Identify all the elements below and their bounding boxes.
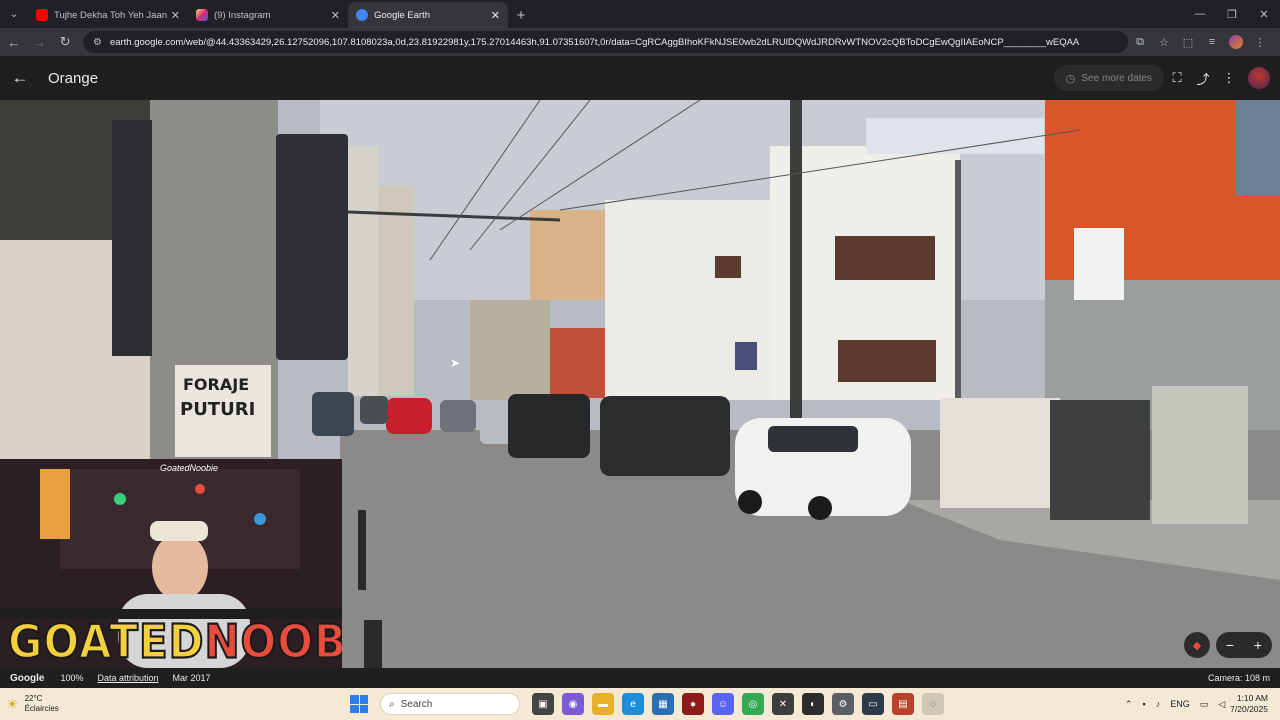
page-title: Orange [48,69,99,87]
microphone-icon[interactable]: ♪ [1156,699,1161,709]
display-icon[interactable]: ▭ [1200,699,1209,710]
tab-search-chevron-icon[interactable]: ⌄ [0,0,28,28]
user-avatar[interactable] [1248,67,1270,89]
tab-label: Tujhe Dekha Toh Yeh Jaana Sanam [54,9,167,21]
tray-app-icon[interactable]: ▪ [1143,699,1146,709]
new-tab-button[interactable]: + [508,2,534,28]
see-more-dates-button[interactable]: ◷ See more dates [1053,65,1164,91]
earth-header: ← Orange ◷ See more dates ⛶ ⤴ ⋮ [0,56,1280,100]
compass-button[interactable]: ◆ [1184,632,1210,658]
utility-app-icon[interactable]: ◌ [922,693,944,715]
task-view-icon[interactable]: ▣ [532,693,554,715]
volume-icon[interactable]: ◁ [1218,699,1225,710]
chrome-icon[interactable]: ◎ [742,693,764,715]
svg-text:PUTURI: PUTURI [180,399,255,420]
url-text: earth.google.com/web/@44.43363429,26.127… [109,36,1080,48]
zoom-control: − + [1216,632,1272,658]
windows-taskbar: ☀ 22°C Éclaircies ⌕ Search ▣ ◉ ▬ e ▦ ● ☺… [0,688,1280,720]
browser-tab-bar: ⌄ Tujhe Dekha Toh Yeh Jaana Sanam ✕ (9) … [0,0,1280,28]
close-tab-icon[interactable]: ✕ [171,9,180,22]
zoom-level: 100% [60,673,84,683]
clock-date: 7/20/2025 [1230,704,1268,714]
earth-footer: Google 100% Data attribution Mar 2017 Ca… [0,668,1280,688]
compass-icon: ◆ [1192,639,1202,652]
reload-icon[interactable]: ↻ [53,30,77,54]
settings-gear-icon[interactable]: ⚙ [832,693,854,715]
terminal-icon[interactable]: ▭ [862,693,884,715]
window-controls: — ❐ ✕ [1184,0,1280,28]
tab-youtube[interactable]: Tujhe Dekha Toh Yeh Jaana Sanam ✕ [28,2,188,28]
clock-time: 1:10 AM [1236,693,1268,703]
google-earth-icon [356,9,368,21]
extensions-icon[interactable]: ⬚ [1176,35,1200,49]
partly-sunny-icon: ☀ [6,695,19,712]
address-toolbar: ← → ↻ ⚙ earth.google.com/web/@44.4336342… [0,28,1280,56]
bookmark-star-icon[interactable]: ☆ [1152,35,1176,49]
back-arrow-icon[interactable]: ← [2,30,26,54]
instagram-icon [196,9,208,21]
tab-instagram[interactable]: (9) Instagram ✕ [188,2,348,28]
streamer-webcam-overlay: GoatedNoobie GOATEDNOOBIE [0,459,342,668]
google-logo: Google [10,672,45,684]
search-icon: ⌕ [389,698,395,710]
start-windows-icon[interactable] [350,695,368,713]
obs-icon[interactable]: ◐ [802,693,824,715]
brand-part-1: GOATED [7,613,205,668]
weather-description: Éclaircies [24,704,59,713]
system-tray: ⌃ ▪ ♪ ENG ▭ ◁ 1:10 AM 7/20/2025 [1120,693,1280,715]
url-bar[interactable]: ⚙ earth.google.com/web/@44.43363429,26.1… [82,31,1128,53]
reading-list-icon[interactable]: ≡ [1200,35,1224,49]
screenshot-capture-icon[interactable]: ⛶ [1164,70,1190,86]
restore-icon[interactable]: ❐ [1216,0,1248,28]
discord-icon[interactable]: ☺ [712,693,734,715]
install-app-icon[interactable]: ⧉ [1128,35,1152,49]
input-language[interactable]: ENG [1170,699,1190,709]
xbox-icon[interactable]: ✕ [772,693,794,715]
mouse-cursor-icon: ➤ [450,356,461,370]
svg-text:FORAJE: FORAJE [183,375,249,394]
minimize-icon[interactable]: — [1184,0,1216,28]
forward-arrow-icon[interactable]: → [28,30,52,54]
imagery-date: Mar 2017 [172,673,211,683]
edge-browser-icon[interactable]: e [622,693,644,715]
close-tab-icon[interactable]: ✕ [491,9,500,22]
copilot-icon[interactable]: ◉ [562,693,584,715]
zoom-out-icon[interactable]: − [1226,637,1234,653]
close-tab-icon[interactable]: ✕ [331,9,340,22]
store-icon[interactable]: ▦ [652,693,674,715]
data-attribution-link[interactable]: Data attribution [97,673,158,683]
see-more-dates-label: See more dates [1081,72,1152,84]
archive-app-icon[interactable]: ▤ [892,693,914,715]
system-clock[interactable]: 1:10 AM 7/20/2025 [1230,693,1268,715]
share-icon[interactable]: ⤴ [1190,69,1216,88]
zoom-in-icon[interactable]: + [1254,637,1262,653]
history-clock-icon: ◷ [1065,72,1076,85]
menu-kebab-icon[interactable]: ⋮ [1248,35,1272,49]
camera-altitude: Camera: 108 m [1207,673,1270,683]
streamer-handle: GoatedNoobie [160,463,219,473]
tab-label: (9) Instagram [214,9,271,21]
back-arrow-icon[interactable]: ← [2,68,38,88]
profile-avatar[interactable] [1224,35,1248,49]
search-placeholder: Search [400,698,433,710]
youtube-icon [36,9,48,21]
tab-label: Google Earth [374,9,430,21]
recording-app-icon[interactable]: ● [682,693,704,715]
site-info-icon[interactable]: ⚙ [93,37,102,48]
brand-part-2: NOOBIE [204,613,342,668]
close-window-icon[interactable]: ✕ [1248,0,1280,28]
weather-temperature: 22°C [24,694,43,703]
more-options-icon[interactable]: ⋮ [1216,70,1242,86]
file-explorer-icon[interactable]: ▬ [592,693,614,715]
weather-widget[interactable]: ☀ 22°C Éclaircies [6,694,136,714]
taskbar-search-box[interactable]: ⌕ Search [380,693,520,715]
streamer-brand-logo: GOATEDNOOBIE [7,613,342,668]
tray-overflow-chevron-icon[interactable]: ⌃ [1125,699,1133,710]
tab-google-earth[interactable]: Google Earth ✕ [348,2,508,28]
